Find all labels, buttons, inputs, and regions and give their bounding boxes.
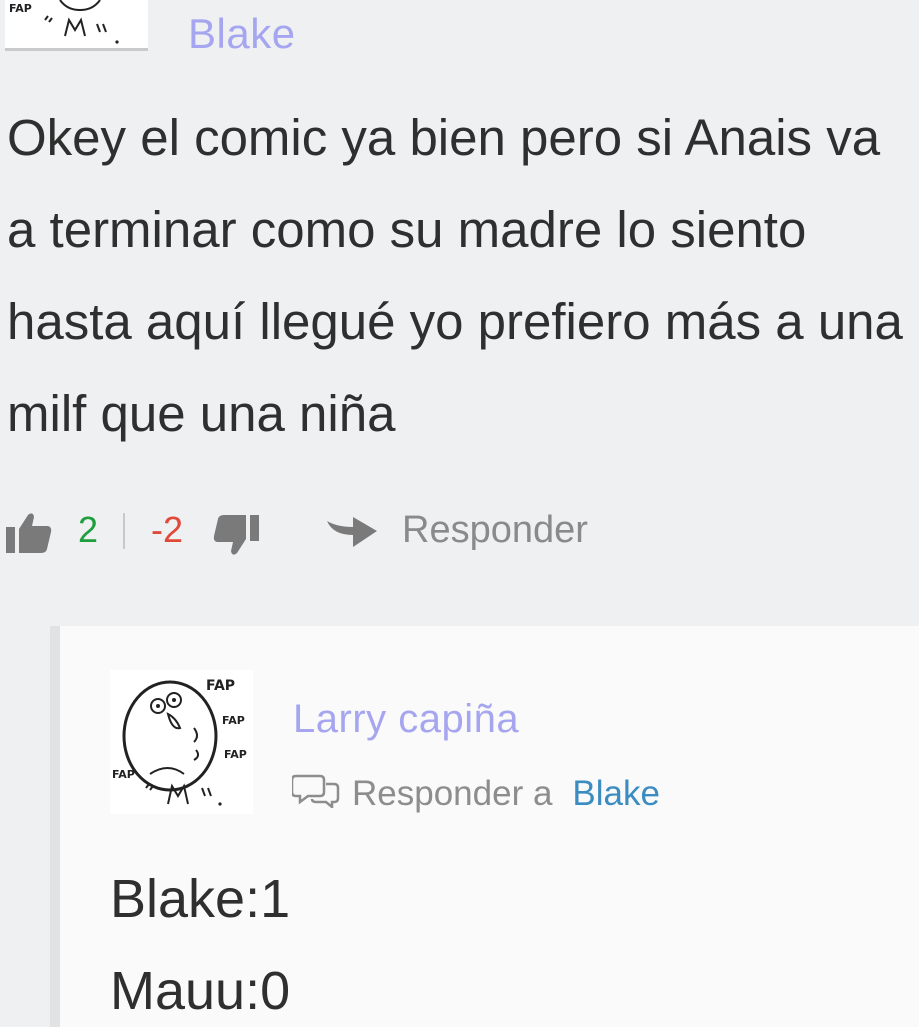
rage-face-avatar-image: FAP FAP FAP FAP xyxy=(112,678,247,806)
rage-face-avatar-image: FAP xyxy=(9,0,119,44)
reply-arrow-icon[interactable] xyxy=(327,515,379,551)
upvote-count: 2 xyxy=(78,509,99,550)
thumbs-down-icon[interactable] xyxy=(213,515,259,557)
reply-body-line: Mauu:0 xyxy=(110,961,291,1021)
avatar[interactable]: FAP xyxy=(5,0,148,51)
reply-to-info: Responder a Blake xyxy=(290,772,660,817)
reply-comment: FAP FAP FAP FAP Larry capiña Responder a… xyxy=(50,626,919,1027)
comment-actions: 2 -2 Responder xyxy=(0,505,919,557)
comment-author[interactable]: Blake xyxy=(188,10,296,58)
svg-text:FAP: FAP xyxy=(224,748,247,761)
thumbs-up-icon[interactable] xyxy=(6,511,52,553)
svg-text:FAP: FAP xyxy=(206,678,235,694)
downvote-count: -2 xyxy=(151,509,184,550)
comment-author[interactable]: Larry capiña xyxy=(293,697,519,742)
reply-body-line: Blake:1 xyxy=(110,869,291,929)
vote-divider xyxy=(123,513,125,549)
svg-text:FAP: FAP xyxy=(222,714,245,727)
reply-button[interactable]: Responder xyxy=(402,509,588,552)
reply-to-label: Responder a xyxy=(352,774,553,813)
svg-text:FAP: FAP xyxy=(9,2,32,15)
chat-bubbles-icon xyxy=(290,772,340,817)
comment-body: Okey el comic ya bien pero si Anais va a… xyxy=(7,109,903,442)
avatar[interactable]: FAP FAP FAP FAP xyxy=(110,670,253,814)
svg-text:FAP: FAP xyxy=(112,768,135,781)
reply-to-user-link[interactable]: Blake xyxy=(572,774,660,814)
